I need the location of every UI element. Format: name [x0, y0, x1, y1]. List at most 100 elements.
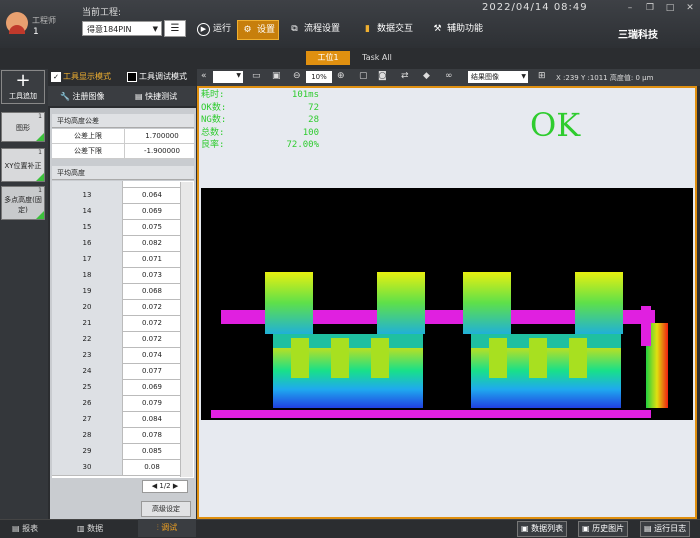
- folder-icon[interactable]: ▭: [252, 71, 261, 81]
- swap-icon[interactable]: ⇄: [401, 71, 409, 81]
- height-map-image[interactable]: [201, 188, 693, 420]
- debug-tab[interactable]: ⫶ 调试: [138, 519, 196, 537]
- link-icon[interactable]: ∞: [445, 71, 453, 81]
- row-height-value[interactable]: 0.08: [124, 459, 180, 475]
- table-row[interactable]: 22 0.072: [52, 331, 180, 348]
- process-settings-label: 流程设置: [304, 24, 341, 34]
- page-prev-icon[interactable]: ◀: [152, 482, 157, 490]
- tool-item-multi-height[interactable]: 1 多点高度(固定): [1, 186, 45, 220]
- checkbox-icon: [127, 71, 137, 82]
- report-icon: ▤: [12, 524, 20, 533]
- save-icon[interactable]: ▣: [272, 71, 281, 81]
- user-avatar-icon[interactable]: [6, 12, 28, 34]
- report-tab[interactable]: ▤ 报表: [12, 523, 38, 534]
- tool-item-xy-correction[interactable]: 1 XY位置补正: [1, 148, 45, 182]
- tolerance-key: 公差下限: [52, 144, 125, 158]
- row-height-value[interactable]: 0.082: [124, 235, 180, 251]
- row-height-value[interactable]: 0.073: [124, 267, 180, 283]
- project-select[interactable]: 得意184PIN ▼: [82, 21, 162, 36]
- data-list-button[interactable]: ▣ 数据列表: [517, 521, 568, 537]
- data-exchange-button[interactable]: ▮ 数据交互: [361, 20, 413, 38]
- debug-mode-toggle[interactable]: 工具调试模式: [127, 71, 187, 82]
- table-row[interactable]: 16 0.082: [52, 235, 180, 252]
- table-row[interactable]: 18 0.073: [52, 267, 180, 284]
- tolerance-value[interactable]: -1.900000: [132, 144, 192, 158]
- tab-station-1[interactable]: 工位1: [306, 51, 350, 65]
- row-index: 27: [52, 411, 123, 427]
- row-height-value[interactable]: 0.084: [124, 411, 180, 427]
- row-height-value[interactable]: 0.077: [124, 363, 180, 379]
- run-button[interactable]: ▶ 运行: [197, 20, 231, 38]
- zoom-out-icon[interactable]: ⊖: [293, 71, 301, 81]
- image-source-select[interactable]: ▼: [213, 71, 243, 83]
- row-height-value[interactable]: 0.074: [124, 347, 180, 363]
- display-mode-toggle[interactable]: ✓ 工具显示模式: [51, 71, 111, 82]
- row-height-value[interactable]: 0.064: [124, 187, 180, 203]
- table-row[interactable]: 19 0.068: [52, 283, 180, 300]
- settings-button[interactable]: ⚙ 设置: [237, 20, 280, 40]
- register-image-button[interactable]: 🔧 注册图像: [60, 91, 105, 102]
- table-row[interactable]: 17 0.071: [52, 251, 180, 268]
- close-icon[interactable]: ✕: [682, 2, 698, 14]
- table-pager[interactable]: ◀ 1/2 ▶: [142, 480, 188, 493]
- process-settings-button[interactable]: ⧉ 流程设置: [288, 20, 340, 38]
- row-height-value[interactable]: 0.069: [124, 379, 180, 395]
- measure-icon[interactable]: ⊞: [538, 71, 546, 81]
- table-row[interactable]: 21 0.072: [52, 315, 180, 332]
- row-height-value[interactable]: 0.068: [124, 283, 180, 299]
- data-icon: ▥: [77, 524, 85, 533]
- row-height-value[interactable]: 0.075: [124, 219, 180, 235]
- table-row[interactable]: 26 0.079: [52, 395, 180, 412]
- table-row[interactable]: 30 0.08: [52, 459, 180, 476]
- row-height-value[interactable]: 0.071: [124, 251, 180, 267]
- stat-value: 100: [302, 127, 319, 138]
- row-height-value[interactable]: 0.072: [124, 299, 180, 315]
- test-icon: ▤: [135, 92, 143, 101]
- zoom-level-input[interactable]: 10%: [306, 71, 332, 83]
- page-next-icon[interactable]: ▶: [173, 482, 178, 490]
- table-scrollbar[interactable]: [180, 182, 193, 477]
- row-height-value[interactable]: 0.069: [124, 203, 180, 219]
- table-row[interactable]: 24 0.077: [52, 363, 180, 380]
- height-map-render: [201, 188, 693, 420]
- table-row[interactable]: 28 0.078: [52, 427, 180, 444]
- table-row[interactable]: 20 0.072: [52, 299, 180, 316]
- row-height-value[interactable]: 0.078: [124, 427, 180, 443]
- table-row[interactable]: 25 0.069: [52, 379, 180, 396]
- tab-task-all[interactable]: Task All: [357, 51, 397, 65]
- row-height-value[interactable]: 0.085: [124, 443, 180, 459]
- table-row[interactable]: 13 0.064: [52, 187, 180, 204]
- table-row[interactable]: 29 0.085: [52, 443, 180, 460]
- row-index: 16: [52, 235, 123, 251]
- advanced-settings-button[interactable]: 高级设定: [141, 501, 191, 517]
- maximize-icon[interactable]: □: [662, 2, 678, 14]
- quick-test-button[interactable]: ▤ 快捷测试: [135, 91, 177, 102]
- minimize-icon[interactable]: –: [622, 2, 638, 14]
- history-images-button[interactable]: ▣ 历史图片: [578, 521, 629, 537]
- fit-window-icon[interactable]: ▢: [359, 71, 368, 81]
- data-tab[interactable]: ▥ 数据: [77, 523, 103, 534]
- row-height-value[interactable]: 0.079: [124, 395, 180, 411]
- view-mode-select[interactable]: 结果图像 ▼: [468, 71, 528, 83]
- aux-function-button[interactable]: ⚒ 辅助功能: [431, 20, 483, 38]
- tool-item-shape[interactable]: 1 图形: [1, 112, 45, 142]
- row-height-value[interactable]: 0.072: [124, 315, 180, 331]
- cube-icon[interactable]: ◆: [423, 71, 430, 81]
- run-log-button[interactable]: ▤ 运行日志: [640, 521, 691, 537]
- camera-icon[interactable]: ◙: [378, 71, 387, 81]
- tolerance-value[interactable]: 1.700000: [132, 129, 192, 143]
- tolerance-row-upper: 公差上限 1.700000: [52, 129, 194, 144]
- add-tool-button[interactable]: + 工具追加: [1, 70, 45, 104]
- stat-label: OK数:: [201, 102, 227, 113]
- zoom-in-icon[interactable]: ⊕: [337, 71, 345, 81]
- restore-icon[interactable]: ❐: [642, 2, 658, 14]
- collapse-panel-icon[interactable]: «: [201, 71, 207, 81]
- table-row[interactable]: 14 0.069: [52, 203, 180, 220]
- row-index: 14: [52, 203, 123, 219]
- table-row[interactable]: 27 0.084: [52, 411, 180, 428]
- row-height-value[interactable]: 0.072: [124, 331, 180, 347]
- table-row[interactable]: 23 0.074: [52, 347, 180, 364]
- table-row[interactable]: 15 0.075: [52, 219, 180, 236]
- project-list-button[interactable]: ☰: [164, 20, 186, 37]
- height-table[interactable]: 120.074130.064140.069150.075160.082170.0…: [52, 181, 194, 478]
